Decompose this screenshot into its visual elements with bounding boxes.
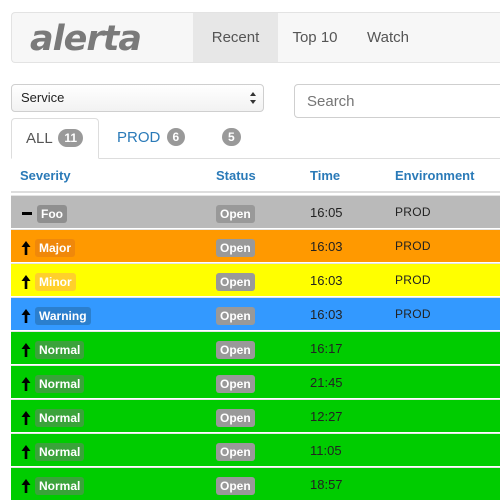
alerts-table-header: Severity Status Time Environment xyxy=(11,159,500,193)
tab-prod[interactable]: PROD 6 xyxy=(103,118,199,159)
alert-row[interactable]: Normal Open 12:27 xyxy=(11,399,500,432)
arrow-up-icon xyxy=(21,308,31,323)
count-badge: 5 xyxy=(222,128,241,146)
severity-cell: Normal xyxy=(20,332,85,365)
severity-label: Normal xyxy=(35,476,85,495)
search-input[interactable] xyxy=(294,84,500,118)
environment-cell: PROD xyxy=(395,273,431,287)
arrow-up-icon xyxy=(21,444,31,459)
tab-all[interactable]: ALL 11 xyxy=(11,118,99,159)
tab-other-environment[interactable]: 5 xyxy=(206,118,255,159)
alert-row[interactable]: Normal Open 16:17 xyxy=(11,331,500,364)
severity-cell: Major xyxy=(20,230,76,263)
status-label: Open xyxy=(216,204,255,223)
column-header-severity[interactable]: Severity xyxy=(20,168,71,183)
alert-row[interactable]: Normal Open 11:05 xyxy=(11,433,500,466)
time-cell: 18:57 xyxy=(310,477,343,492)
time-cell: 16:03 xyxy=(310,273,343,288)
status-cell: Open xyxy=(216,264,255,297)
alert-row[interactable]: Minor Open 16:03 PROD xyxy=(11,263,500,296)
arrow-up-icon xyxy=(21,342,31,357)
column-header-time[interactable]: Time xyxy=(310,168,340,183)
nav-recent[interactable]: Recent xyxy=(193,13,278,62)
top-navbar: alerta Recent Top 10 Watch xyxy=(11,12,500,63)
status-cell: Open xyxy=(216,230,255,263)
status-label: Open xyxy=(216,340,255,359)
severity-label: Warning xyxy=(35,306,91,325)
severity-cell: Normal xyxy=(20,434,85,467)
status-cell: Open xyxy=(216,468,255,500)
status-label: Open xyxy=(216,476,255,495)
alert-row[interactable]: Foo Open 16:05 PROD xyxy=(11,195,500,228)
severity-cell: Minor xyxy=(20,264,76,297)
service-select[interactable]: Service xyxy=(11,84,264,112)
nav-watch[interactable]: Watch xyxy=(352,13,424,62)
alert-row[interactable]: Normal Open 21:45 xyxy=(11,365,500,398)
column-header-status[interactable]: Status xyxy=(216,168,256,183)
environment-cell: PROD xyxy=(395,205,431,219)
time-cell: 16:05 xyxy=(310,205,343,220)
status-cell: Open xyxy=(216,400,255,433)
status-cell: Open xyxy=(216,434,255,467)
count-badge: 6 xyxy=(166,128,186,146)
severity-label: Foo xyxy=(37,204,67,223)
status-cell: Open xyxy=(216,332,255,365)
alerta-logo[interactable]: alerta xyxy=(30,17,180,61)
alert-row[interactable]: Normal Open 18:57 xyxy=(11,467,500,500)
arrow-up-icon xyxy=(21,274,31,289)
arrow-up-icon xyxy=(21,240,31,255)
alert-row[interactable]: Warning Open 16:03 PROD xyxy=(11,297,500,330)
tab-label: PROD xyxy=(117,129,161,146)
severity-label: Normal xyxy=(35,374,85,393)
tab-label: ALL xyxy=(26,130,53,147)
status-cell: Open xyxy=(216,196,255,229)
status-cell: Open xyxy=(216,366,255,399)
arrow-up-icon xyxy=(21,410,31,425)
alert-row[interactable]: Major Open 16:03 PROD xyxy=(11,229,500,262)
time-cell: 21:45 xyxy=(310,375,343,390)
nav-top-10[interactable]: Top 10 xyxy=(278,13,352,62)
time-cell: 16:03 xyxy=(310,307,343,322)
severity-cell: Normal xyxy=(20,468,85,500)
severity-label: Normal xyxy=(35,408,85,427)
environment-cell: PROD xyxy=(395,239,431,253)
count-badge: 11 xyxy=(58,129,83,147)
severity-cell: Normal xyxy=(20,400,85,433)
time-cell: 11:05 xyxy=(310,443,342,458)
minus-icon xyxy=(22,212,32,216)
status-label: Open xyxy=(216,272,255,291)
arrow-up-icon xyxy=(21,376,31,391)
status-label: Open xyxy=(216,306,255,325)
status-cell: Open xyxy=(216,298,255,331)
select-updown-icon xyxy=(250,92,256,104)
time-cell: 12:27 xyxy=(310,409,343,424)
severity-label: Normal xyxy=(35,442,85,461)
service-select-value: Service xyxy=(21,90,65,105)
status-label: Open xyxy=(216,238,255,257)
time-cell: 16:17 xyxy=(310,341,343,356)
column-header-environment[interactable]: Environment xyxy=(395,168,474,183)
time-cell: 16:03 xyxy=(310,239,343,254)
status-label: Open xyxy=(216,408,255,427)
status-label: Open xyxy=(216,374,255,393)
severity-cell: Warning xyxy=(20,298,91,331)
severity-cell: Foo xyxy=(20,196,67,229)
environment-cell: PROD xyxy=(395,307,431,321)
arrow-up-icon xyxy=(21,478,31,493)
severity-label: Minor xyxy=(35,272,76,291)
severity-label: Normal xyxy=(35,340,85,359)
severity-cell: Normal xyxy=(20,366,85,399)
status-label: Open xyxy=(216,442,255,461)
severity-label: Major xyxy=(35,238,76,257)
